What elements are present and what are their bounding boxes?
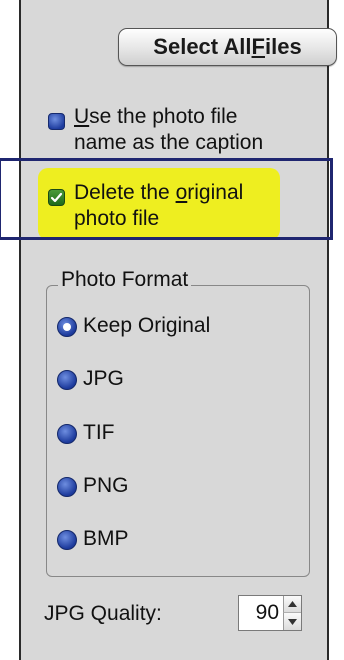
select-all-files-button[interactable]: Select All Files bbox=[118, 28, 337, 66]
photo-format-title: Photo Format bbox=[58, 268, 192, 292]
caption-label-line2: name as the caption bbox=[74, 131, 264, 154]
radio-jpg[interactable] bbox=[57, 370, 77, 390]
caption-checkbox-label: Use the photo file name as the caption bbox=[74, 104, 263, 156]
delete-label-post: riginal bbox=[187, 181, 244, 204]
spin-up-button[interactable] bbox=[283, 596, 301, 613]
radio-bmp[interactable] bbox=[57, 530, 77, 550]
radio-tif[interactable] bbox=[57, 424, 77, 444]
chevron-down-icon bbox=[288, 618, 297, 625]
select-all-label-rest: iles bbox=[264, 34, 302, 59]
caption-checkbox[interactable] bbox=[48, 113, 65, 130]
delete-original-checkbox[interactable] bbox=[48, 189, 65, 206]
chevron-up-icon bbox=[288, 601, 297, 607]
select-all-label: Select All bbox=[153, 34, 252, 59]
radio-png[interactable] bbox=[57, 477, 77, 497]
radio-png-label: PNG bbox=[83, 474, 129, 497]
select-all-accelerator: F bbox=[251, 34, 265, 59]
delete-label-line2: photo file bbox=[74, 207, 160, 230]
radio-keep-original-label: Keep Original bbox=[83, 314, 211, 337]
delete-accelerator: o bbox=[175, 181, 188, 204]
radio-bmp-label: BMP bbox=[83, 527, 129, 550]
jpg-quality-label: JPG Quality: bbox=[44, 602, 162, 625]
jpg-quality-spinner[interactable]: 90 bbox=[238, 595, 302, 631]
radio-keep-original[interactable] bbox=[57, 317, 77, 337]
caption-label-line1: se the photo file bbox=[89, 105, 238, 128]
caption-accelerator: U bbox=[74, 105, 90, 128]
radio-tif-label: TIF bbox=[83, 421, 115, 444]
jpg-quality-value[interactable]: 90 bbox=[239, 596, 283, 630]
delete-original-label: Delete the original photo file bbox=[74, 180, 243, 232]
checkmark-icon bbox=[50, 192, 63, 203]
spin-down-button[interactable] bbox=[283, 613, 301, 630]
delete-label-pre: Delete the bbox=[74, 181, 176, 204]
radio-jpg-label: JPG bbox=[83, 367, 124, 390]
